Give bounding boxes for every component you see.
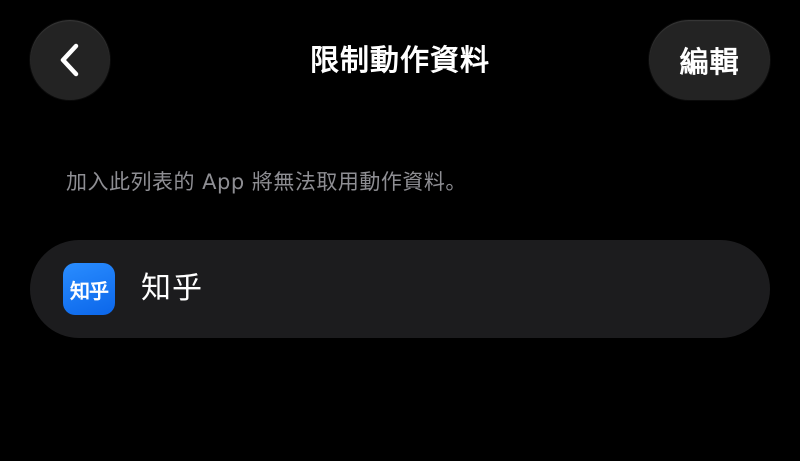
navigation-bar: 限制動作資料 編輯 (0, 0, 800, 120)
zhihu-app-icon: 知乎 (63, 263, 115, 315)
back-button[interactable] (30, 20, 110, 100)
section-description: 加入此列表的 App 將無法取用動作資料。 (66, 170, 467, 194)
page-title: 限制動作資料 (309, 43, 490, 77)
chevron-left-icon (60, 43, 79, 77)
restricted-app-list: 知乎 知乎 (30, 240, 770, 338)
app-name: 知乎 (141, 271, 203, 306)
edit-button[interactable]: 編輯 (649, 20, 770, 100)
list-item-zhihu[interactable]: 知乎 知乎 (30, 240, 770, 338)
